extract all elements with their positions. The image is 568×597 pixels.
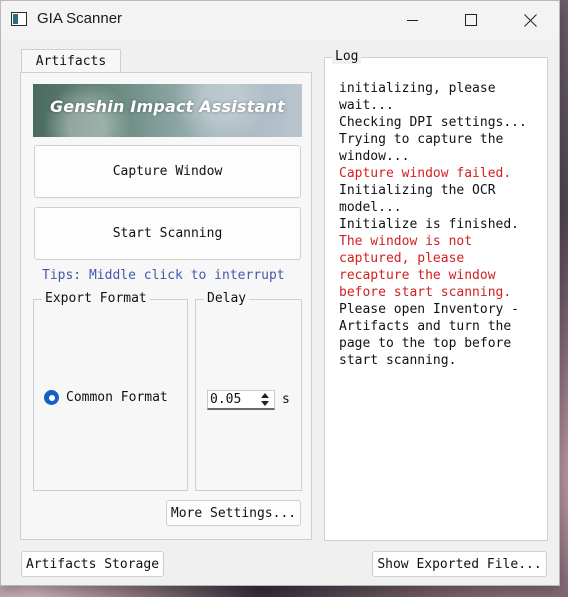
more-settings-button[interactable]: More Settings... (166, 500, 301, 526)
common-format-radio[interactable]: Common Format (44, 390, 168, 405)
maximize-button[interactable] (448, 1, 494, 39)
close-button[interactable] (507, 1, 553, 39)
minimize-button[interactable] (389, 1, 435, 39)
spin-down-arrow-icon[interactable] (261, 401, 269, 406)
tab-artifacts[interactable]: Artifacts (21, 49, 121, 73)
scanner-app-icon (11, 12, 27, 26)
delay-spinbox[interactable]: 0.05 (207, 390, 275, 410)
maximize-icon (465, 14, 477, 26)
log-line: Please open Inventory - Artifacts and tu… (339, 302, 527, 368)
log-text[interactable]: initializing, please wait... Checking DPI… (339, 80, 539, 369)
log-line: Initialize is finished. (339, 217, 520, 232)
common-format-label: Common Format (66, 390, 168, 405)
close-icon (524, 14, 537, 27)
radio-selected-icon[interactable] (44, 390, 59, 405)
log-line: Initializing the OCR model... (339, 183, 504, 215)
log-line: The window is not captured, please recap… (339, 234, 512, 300)
artifacts-storage-button[interactable]: Artifacts Storage (21, 551, 164, 577)
banner-logo-text: Genshin Impact Assistant (49, 97, 286, 116)
minimize-icon (406, 19, 418, 21)
log-line: Checking DPI settings... (339, 115, 527, 130)
delay-title: Delay (204, 291, 250, 306)
spin-up-arrow-icon[interactable] (261, 393, 269, 398)
delay-unit-label: s (282, 392, 290, 407)
window-title: GIA Scanner (37, 10, 123, 27)
log-line: Capture window failed. (339, 166, 512, 181)
delay-value: 0.05 (210, 392, 242, 407)
start-scanning-button[interactable]: Start Scanning (34, 207, 301, 260)
log-title: Log (332, 49, 362, 64)
gia-banner-logo: Genshin Impact Assistant (33, 84, 302, 137)
capture-window-button[interactable]: Capture Window (34, 145, 301, 198)
tips-text: Tips: Middle click to interrupt (42, 268, 285, 283)
spin-arrows[interactable] (259, 392, 272, 407)
export-format-title: Export Format (42, 291, 150, 306)
log-line: Trying to capture the window... (339, 132, 512, 164)
show-exported-file-button[interactable]: Show Exported File... (372, 551, 547, 577)
title-bar[interactable]: GIA Scanner (1, 1, 559, 39)
log-line: initializing, please wait... (339, 81, 504, 113)
